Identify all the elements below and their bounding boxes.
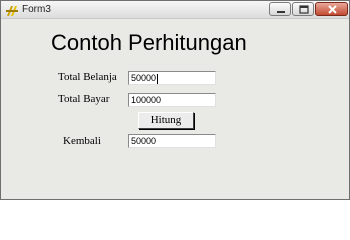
close-button[interactable] <box>315 2 348 16</box>
minimize-button[interactable] <box>269 2 291 16</box>
vb-form-icon <box>5 3 19 17</box>
maximize-icon <box>299 5 309 14</box>
total-bayar-value: 100000 <box>131 95 162 105</box>
window-title: Form3 <box>22 4 51 15</box>
title-bar[interactable]: Form3 <box>1 1 349 19</box>
kembali-value: 50000 <box>131 136 157 146</box>
total-bayar-input[interactable]: 100000 <box>128 93 216 107</box>
maximize-button[interactable] <box>292 2 314 16</box>
hitung-button[interactable]: Hitung <box>138 112 194 129</box>
page-heading: Contoh Perhitungan <box>51 30 247 55</box>
minimize-icon <box>277 11 285 13</box>
total-bayar-label: Total Bayar <box>58 93 110 105</box>
close-icon <box>328 5 337 14</box>
total-belanja-label: Total Belanja <box>58 71 117 83</box>
total-belanja-input[interactable]: 50000 <box>128 71 216 85</box>
form3-window: Form3 Contoh Perhitungan Total Belanja 5… <box>0 0 350 200</box>
kembali-input[interactable]: 50000 <box>128 134 216 148</box>
kembali-label: Kembali <box>63 135 101 147</box>
total-belanja-value: 50000 <box>131 73 157 83</box>
text-caret <box>157 73 159 84</box>
